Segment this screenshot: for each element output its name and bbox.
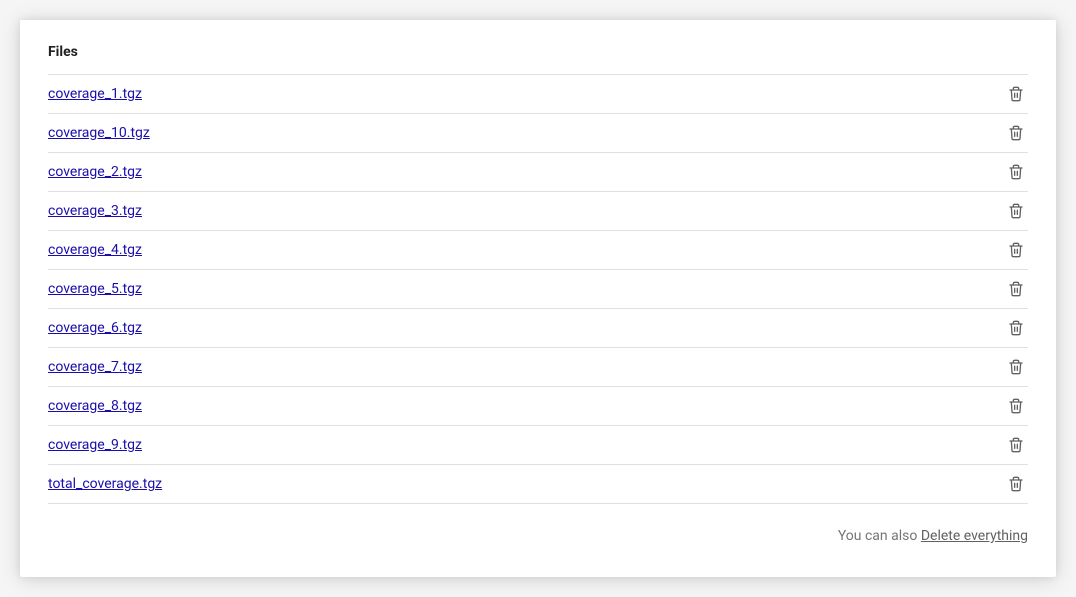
file-link[interactable]: coverage_3.tgz: [48, 203, 142, 219]
file-link[interactable]: coverage_2.tgz: [48, 164, 142, 180]
files-card: Files coverage_1.tgzcoverage_10.tgzcover…: [20, 20, 1056, 577]
trash-icon[interactable]: [1008, 437, 1024, 453]
file-row: coverage_9.tgz: [48, 426, 1028, 465]
trash-icon[interactable]: [1008, 281, 1024, 297]
file-row: coverage_5.tgz: [48, 270, 1028, 309]
file-link[interactable]: total_coverage.tgz: [48, 476, 162, 492]
file-link[interactable]: coverage_7.tgz: [48, 359, 142, 375]
file-link[interactable]: coverage_6.tgz: [48, 320, 142, 336]
file-row: coverage_8.tgz: [48, 387, 1028, 426]
trash-icon[interactable]: [1008, 320, 1024, 336]
file-row: coverage_6.tgz: [48, 309, 1028, 348]
trash-icon[interactable]: [1008, 125, 1024, 141]
files-header: Files: [48, 44, 1028, 75]
trash-icon[interactable]: [1008, 203, 1024, 219]
file-row: coverage_1.tgz: [48, 75, 1028, 114]
file-row: coverage_10.tgz: [48, 114, 1028, 153]
trash-icon[interactable]: [1008, 86, 1024, 102]
trash-icon[interactable]: [1008, 398, 1024, 414]
file-link[interactable]: coverage_5.tgz: [48, 281, 142, 297]
file-link[interactable]: coverage_10.tgz: [48, 125, 150, 141]
file-row: coverage_2.tgz: [48, 153, 1028, 192]
file-row: coverage_3.tgz: [48, 192, 1028, 231]
file-link[interactable]: coverage_4.tgz: [48, 242, 142, 258]
delete-everything-link[interactable]: Delete everything: [921, 528, 1028, 544]
trash-icon[interactable]: [1008, 164, 1024, 180]
file-list: coverage_1.tgz coverage_10.tgz coverage_2.…: [48, 75, 1028, 504]
trash-icon[interactable]: [1008, 242, 1024, 258]
file-row: coverage_4.tgz: [48, 231, 1028, 270]
footer-text: You can also: [838, 528, 921, 544]
footer: You can also Delete everything: [48, 528, 1028, 544]
file-row: coverage_7.tgz: [48, 348, 1028, 387]
file-link[interactable]: coverage_1.tgz: [48, 86, 142, 102]
file-link[interactable]: coverage_9.tgz: [48, 437, 142, 453]
trash-icon[interactable]: [1008, 359, 1024, 375]
file-link[interactable]: coverage_8.tgz: [48, 398, 142, 414]
file-row: total_coverage.tgz: [48, 465, 1028, 504]
trash-icon[interactable]: [1008, 476, 1024, 492]
